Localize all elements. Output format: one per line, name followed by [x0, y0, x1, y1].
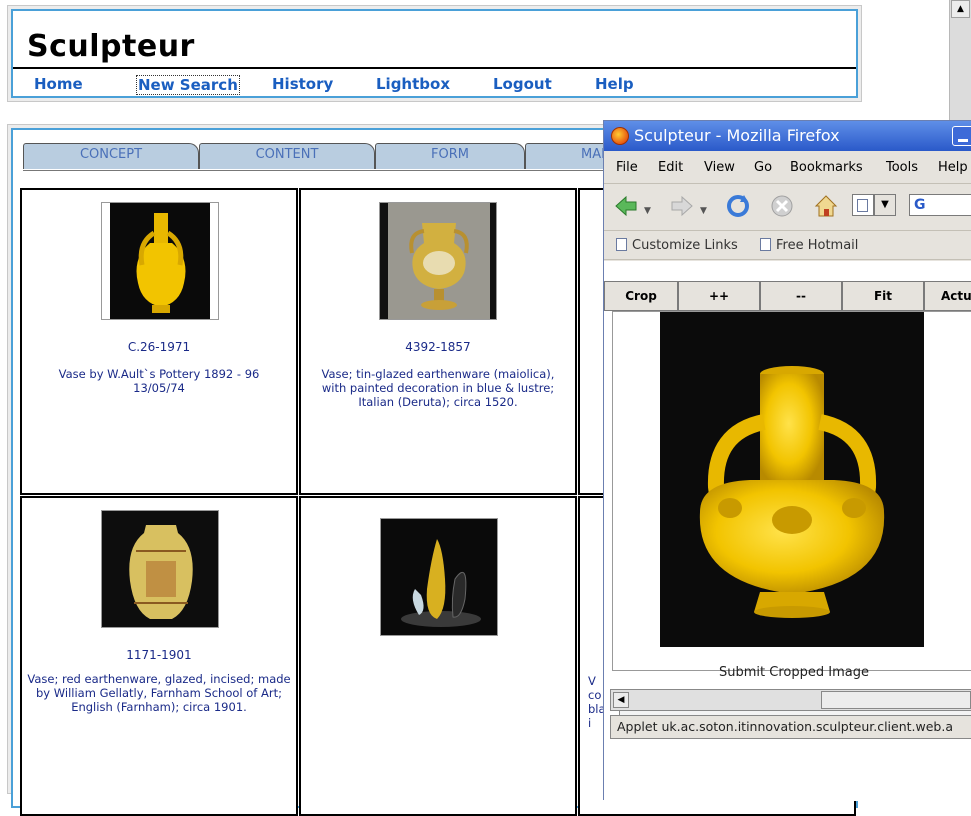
menu-file[interactable]: File — [616, 160, 638, 175]
stop-icon[interactable] — [768, 192, 796, 220]
menu-go[interactable]: Go — [754, 160, 772, 175]
page-icon — [760, 238, 771, 251]
nav-new-search[interactable]: New Search — [136, 75, 240, 95]
result-thumbnail[interactable] — [101, 202, 219, 320]
back-dropdown-icon[interactable]: ▼ — [644, 206, 651, 216]
scroll-up-arrow-icon[interactable]: ▲ — [951, 0, 970, 18]
submit-cropped-image-button[interactable]: Submit Cropped Image — [604, 665, 971, 687]
window-titlebar[interactable]: Sculpteur - Mozilla Firefox — [604, 121, 971, 151]
page-dropdown-icon[interactable]: ▼ — [874, 194, 896, 216]
tab-concept[interactable]: CONCEPT — [23, 143, 199, 169]
nav-logout[interactable]: Logout — [493, 75, 552, 93]
menu-edit[interactable]: Edit — [658, 160, 683, 175]
yellow-vase-large — [660, 312, 924, 647]
fit-button[interactable]: Fit — [842, 281, 924, 311]
menu-help[interactable]: Help — [938, 160, 968, 175]
menu-bookmarks[interactable]: Bookmarks — [790, 160, 863, 175]
glass-vases-image — [381, 519, 497, 635]
result-id: 4392-1857 — [405, 340, 471, 354]
menu-tools[interactable]: Tools — [886, 160, 918, 175]
nav-lightbox[interactable]: Lightbox — [376, 75, 450, 93]
nav-history[interactable]: History — [272, 75, 333, 93]
bookmark-label: Customize Links — [632, 238, 738, 253]
result-thumbnail[interactable] — [380, 518, 498, 636]
scrollbar-thumb[interactable] — [821, 691, 971, 709]
result-description: Vase; red earthenware, glazed, incised; … — [27, 672, 291, 714]
firefox-popup-window[interactable]: Sculpteur - Mozilla Firefox File Edit Vi… — [603, 120, 971, 801]
menu-bar: File Edit View Go Bookmarks Tools Help — [604, 155, 971, 181]
back-arrow-icon[interactable] — [612, 192, 640, 220]
status-bar: Applet uk.ac.soton.itinnovation.sculpteu… — [610, 715, 971, 739]
result-card[interactable] — [299, 496, 577, 816]
actual-size-button[interactable]: Actu — [924, 281, 971, 311]
home-icon[interactable] — [812, 192, 840, 220]
forward-arrow-icon[interactable] — [668, 192, 696, 220]
result-description: Vase; tin-glazed earthenware (maiolica),… — [321, 367, 555, 409]
crop-toolbar: Crop ++ -- Fit Actu — [604, 281, 971, 311]
bookmark-label: Free Hotmail — [776, 238, 859, 253]
search-engine-icon[interactable]: G — [909, 194, 971, 216]
header-panel: Sculpteur Home New Search History Lightb… — [11, 9, 858, 98]
site-title: Sculpteur — [27, 29, 195, 64]
nav-help[interactable]: Help — [595, 75, 634, 93]
yellow-vase-image — [110, 203, 210, 319]
result-card[interactable]: 4392-1857 Vase; tin-glazed earthenware (… — [299, 188, 577, 495]
navigation-toolbar: ▼ ▼ ▼ G — [604, 183, 971, 229]
result-id: 1171-1901 — [126, 648, 192, 662]
minimize-button[interactable] — [952, 126, 971, 146]
result-card[interactable]: C.26-1971 Vase by W.Ault`s Pottery 1892 … — [20, 188, 298, 495]
tab-form[interactable]: FORM — [375, 143, 525, 169]
result-id: C.26-1971 — [127, 340, 191, 354]
large-vase-image[interactable] — [660, 312, 924, 647]
browser-content: Crop ++ -- Fit Actu Submit Cropped Image… — [604, 261, 971, 801]
header-frame: Sculpteur Home New Search History Lightb… — [7, 5, 862, 102]
bookmarks-toolbar: Customize Links Free Hotmail — [604, 230, 971, 260]
page-horizontal-scrollbar[interactable]: ◀ — [610, 689, 971, 711]
title-divider — [13, 67, 856, 69]
result-thumbnail[interactable] — [379, 202, 497, 320]
zoom-out-button[interactable]: -- — [760, 281, 842, 311]
zoom-in-button[interactable]: ++ — [678, 281, 760, 311]
reload-icon[interactable] — [724, 192, 752, 220]
result-card[interactable]: 1171-1901 Vase; red earthenware, glazed,… — [20, 496, 298, 816]
bookmark-free-hotmail[interactable]: Free Hotmail — [760, 238, 858, 253]
window-title: Sculpteur - Mozilla Firefox — [634, 126, 840, 145]
firefox-logo-icon — [611, 127, 629, 145]
minimize-icon — [958, 139, 968, 142]
nav-home[interactable]: Home — [34, 75, 83, 93]
forward-dropdown-icon[interactable]: ▼ — [700, 206, 707, 216]
bookmark-customize-links[interactable]: Customize Links — [616, 238, 738, 253]
tab-content[interactable]: CONTENT — [199, 143, 375, 169]
scroll-left-arrow-icon[interactable]: ◀ — [613, 692, 629, 708]
menu-view[interactable]: View — [704, 160, 735, 175]
page-icon — [616, 238, 627, 251]
crop-button[interactable]: Crop — [604, 281, 678, 311]
result-thumbnail[interactable] — [101, 510, 219, 628]
crop-applet[interactable] — [612, 311, 971, 716]
maiolica-vase-image — [380, 203, 496, 319]
result-description: Vase by W.Ault`s Pottery 1892 - 96 13/05… — [58, 367, 260, 395]
page-icon[interactable] — [852, 194, 874, 216]
incised-vase-image — [102, 511, 218, 627]
